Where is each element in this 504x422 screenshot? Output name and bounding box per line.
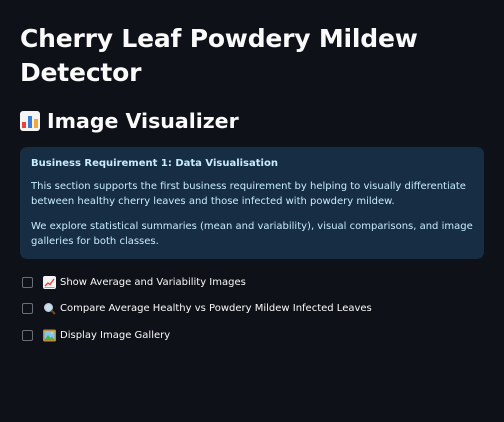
section-subheader: Image Visualizer [20, 107, 484, 135]
info-box: Business Requirement 1: Data Visualisati… [20, 147, 484, 259]
info-paragraph-1: This section supports the first business… [31, 181, 466, 207]
checkbox-display-gallery[interactable]: Display Image Gallery [20, 322, 484, 349]
checkbox-box[interactable] [22, 303, 33, 315]
main-content: Cherry Leaf Powdery Mildew Detector Imag… [0, 0, 504, 422]
chart-increasing-icon [43, 275, 56, 289]
info-paragraph-2: We explore statistical summaries (mean a… [31, 221, 473, 247]
checkbox-show-average-variability[interactable]: Show Average and Variability Images [20, 269, 484, 296]
checkbox-box[interactable] [22, 329, 33, 341]
checkbox-label: Show Average and Variability Images [60, 276, 246, 288]
checkbox-label: Display Image Gallery [60, 329, 171, 341]
bar-chart-icon [20, 111, 40, 131]
checkbox-box[interactable] [22, 276, 33, 288]
magnifying-glass-icon [44, 303, 56, 315]
checkbox-compare-average[interactable]: Compare Average Healthy vs Powdery Milde… [20, 296, 484, 323]
checkbox-group: Show Average and Variability Images Comp… [20, 269, 484, 349]
checkbox-label: Compare Average Healthy vs Powdery Milde… [60, 303, 372, 315]
framed-picture-icon [43, 329, 56, 342]
page-title: Cherry Leaf Powdery Mildew Detector [20, 24, 418, 87]
subheader-text: Image Visualizer [47, 109, 239, 133]
info-heading: Business Requirement 1: Data Visualisati… [31, 158, 278, 169]
